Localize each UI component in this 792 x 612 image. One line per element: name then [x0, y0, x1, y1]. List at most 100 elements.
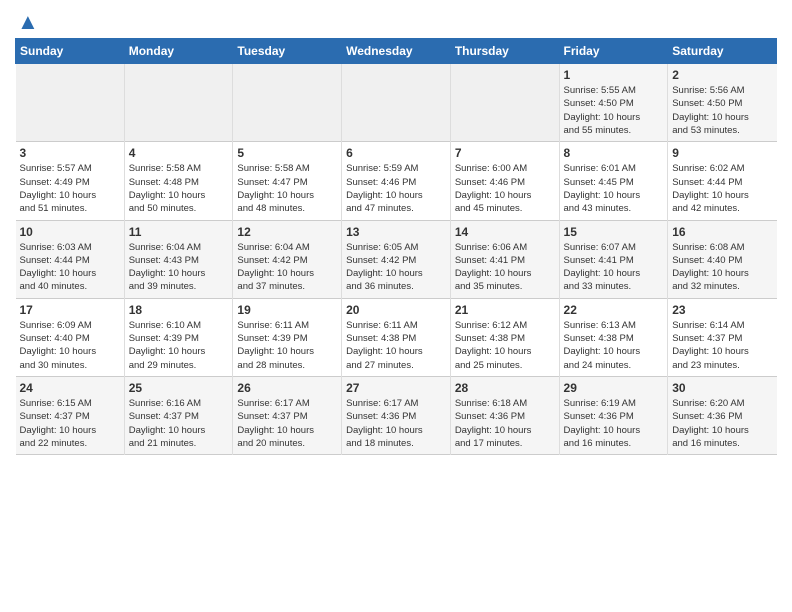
cell-daylight-info: Sunrise: 6:04 AM Sunset: 4:43 PM Dayligh… [129, 241, 229, 294]
calendar-cell: 3 Sunrise: 5:57 AM Sunset: 4:49 PM Daylig… [16, 142, 125, 220]
day-number: 29 [564, 381, 664, 395]
cell-daylight-info: Sunrise: 6:12 AM Sunset: 4:38 PM Dayligh… [455, 319, 555, 372]
calendar-header-row: SundayMondayTuesdayWednesdayThursdayFrid… [16, 39, 777, 64]
calendar-cell: 26 Sunrise: 6:17 AM Sunset: 4:37 PM Dayli… [233, 376, 342, 454]
day-number: 27 [346, 381, 446, 395]
calendar-cell: 13 Sunrise: 6:05 AM Sunset: 4:42 PM Dayli… [342, 220, 451, 298]
cell-daylight-info: Sunrise: 5:58 AM Sunset: 4:47 PM Dayligh… [237, 162, 337, 215]
calendar-cell: 22 Sunrise: 6:13 AM Sunset: 4:38 PM Dayli… [559, 298, 668, 376]
calendar-cell [450, 64, 559, 142]
calendar-week-row: 1 Sunrise: 5:55 AM Sunset: 4:50 PM Daylig… [16, 64, 777, 142]
cell-daylight-info: Sunrise: 5:55 AM Sunset: 4:50 PM Dayligh… [564, 84, 664, 137]
calendar-header-saturday: Saturday [668, 39, 777, 64]
calendar-cell: 8Sunrise: 6:01 AM Sunset: 4:45 PM Daylig… [559, 142, 668, 220]
cell-daylight-info: Sunrise: 6:14 AM Sunset: 4:37 PM Dayligh… [672, 319, 772, 372]
day-number: 17 [20, 303, 120, 317]
calendar-cell: 16 Sunrise: 6:08 AM Sunset: 4:40 PM Dayli… [668, 220, 777, 298]
day-number: 26 [237, 381, 337, 395]
cell-daylight-info: Sunrise: 5:59 AM Sunset: 4:46 PM Dayligh… [346, 162, 446, 215]
calendar-header-sunday: Sunday [16, 39, 125, 64]
day-number: 3 [20, 146, 120, 160]
calendar-cell [233, 64, 342, 142]
calendar-table: SundayMondayTuesdayWednesdayThursdayFrid… [15, 38, 777, 455]
calendar-header-wednesday: Wednesday [342, 39, 451, 64]
calendar-cell [16, 64, 125, 142]
calendar-cell: 7 Sunrise: 6:00 AM Sunset: 4:46 PM Daylig… [450, 142, 559, 220]
calendar-cell [124, 64, 233, 142]
calendar-cell: 28 Sunrise: 6:18 AM Sunset: 4:36 PM Dayli… [450, 376, 559, 454]
calendar-week-row: 17 Sunrise: 6:09 AM Sunset: 4:40 PM Dayli… [16, 298, 777, 376]
page-container: ▲ SundayMondayTuesdayWednesdayThursdayFr… [0, 0, 792, 465]
cell-daylight-info: Sunrise: 6:13 AM Sunset: 4:38 PM Dayligh… [564, 319, 664, 372]
day-number: 22 [564, 303, 664, 317]
cell-daylight-info: Sunrise: 6:06 AM Sunset: 4:41 PM Dayligh… [455, 241, 555, 294]
calendar-cell: 21 Sunrise: 6:12 AM Sunset: 4:38 PM Dayli… [450, 298, 559, 376]
calendar-header-tuesday: Tuesday [233, 39, 342, 64]
day-number: 30 [672, 381, 772, 395]
calendar-cell: 14 Sunrise: 6:06 AM Sunset: 4:41 PM Dayli… [450, 220, 559, 298]
cell-daylight-info: Sunrise: 6:17 AM Sunset: 4:36 PM Dayligh… [346, 397, 446, 450]
calendar-cell: 23 Sunrise: 6:14 AM Sunset: 4:37 PM Dayli… [668, 298, 777, 376]
calendar-cell: 5Sunrise: 5:58 AM Sunset: 4:47 PM Daylig… [233, 142, 342, 220]
calendar-cell: 24 Sunrise: 6:15 AM Sunset: 4:37 PM Dayli… [16, 376, 125, 454]
day-number: 4 [129, 146, 229, 160]
day-number: 15 [564, 225, 664, 239]
calendar-header-monday: Monday [124, 39, 233, 64]
day-number: 6 [346, 146, 446, 160]
cell-daylight-info: Sunrise: 6:07 AM Sunset: 4:41 PM Dayligh… [564, 241, 664, 294]
day-number: 28 [455, 381, 555, 395]
cell-daylight-info: Sunrise: 6:17 AM Sunset: 4:37 PM Dayligh… [237, 397, 337, 450]
calendar-week-row: 10Sunrise: 6:03 AM Sunset: 4:44 PM Dayli… [16, 220, 777, 298]
day-number: 20 [346, 303, 446, 317]
day-number: 24 [20, 381, 120, 395]
logo-bird-icon: ▲ [17, 10, 39, 34]
day-number: 11 [129, 225, 229, 239]
day-number: 9 [672, 146, 772, 160]
day-number: 12 [237, 225, 337, 239]
day-number: 23 [672, 303, 772, 317]
day-number: 21 [455, 303, 555, 317]
calendar-cell: 11 Sunrise: 6:04 AM Sunset: 4:43 PM Dayli… [124, 220, 233, 298]
day-number: 2 [672, 68, 772, 82]
calendar-week-row: 3 Sunrise: 5:57 AM Sunset: 4:49 PM Daylig… [16, 142, 777, 220]
cell-daylight-info: Sunrise: 6:04 AM Sunset: 4:42 PM Dayligh… [237, 241, 337, 294]
cell-daylight-info: Sunrise: 6:08 AM Sunset: 4:40 PM Dayligh… [672, 241, 772, 294]
cell-daylight-info: Sunrise: 5:57 AM Sunset: 4:49 PM Dayligh… [20, 162, 120, 215]
calendar-cell: 17 Sunrise: 6:09 AM Sunset: 4:40 PM Dayli… [16, 298, 125, 376]
cell-daylight-info: Sunrise: 6:09 AM Sunset: 4:40 PM Dayligh… [20, 319, 120, 372]
day-number: 7 [455, 146, 555, 160]
calendar-cell: 25 Sunrise: 6:16 AM Sunset: 4:37 PM Dayli… [124, 376, 233, 454]
calendar-cell: 12 Sunrise: 6:04 AM Sunset: 4:42 PM Dayli… [233, 220, 342, 298]
cell-daylight-info: Sunrise: 6:16 AM Sunset: 4:37 PM Dayligh… [129, 397, 229, 450]
logo: ▲ [15, 10, 39, 34]
calendar-header-thursday: Thursday [450, 39, 559, 64]
calendar-cell: 1 Sunrise: 5:55 AM Sunset: 4:50 PM Daylig… [559, 64, 668, 142]
calendar-week-row: 24 Sunrise: 6:15 AM Sunset: 4:37 PM Dayli… [16, 376, 777, 454]
calendar-cell: 27 Sunrise: 6:17 AM Sunset: 4:36 PM Dayli… [342, 376, 451, 454]
cell-daylight-info: Sunrise: 6:18 AM Sunset: 4:36 PM Dayligh… [455, 397, 555, 450]
cell-daylight-info: Sunrise: 6:15 AM Sunset: 4:37 PM Dayligh… [20, 397, 120, 450]
cell-daylight-info: Sunrise: 6:10 AM Sunset: 4:39 PM Dayligh… [129, 319, 229, 372]
calendar-header-friday: Friday [559, 39, 668, 64]
cell-daylight-info: Sunrise: 6:02 AM Sunset: 4:44 PM Dayligh… [672, 162, 772, 215]
day-number: 19 [237, 303, 337, 317]
calendar-cell: 19Sunrise: 6:11 AM Sunset: 4:39 PM Dayli… [233, 298, 342, 376]
calendar-cell: 2Sunrise: 5:56 AM Sunset: 4:50 PM Daylig… [668, 64, 777, 142]
cell-daylight-info: Sunrise: 6:19 AM Sunset: 4:36 PM Dayligh… [564, 397, 664, 450]
calendar-cell: 29 Sunrise: 6:19 AM Sunset: 4:36 PM Dayli… [559, 376, 668, 454]
day-number: 13 [346, 225, 446, 239]
cell-daylight-info: Sunrise: 6:20 AM Sunset: 4:36 PM Dayligh… [672, 397, 772, 450]
day-number: 1 [564, 68, 664, 82]
calendar-cell: 6 Sunrise: 5:59 AM Sunset: 4:46 PM Daylig… [342, 142, 451, 220]
header: ▲ [15, 10, 777, 34]
calendar-cell: 9 Sunrise: 6:02 AM Sunset: 4:44 PM Daylig… [668, 142, 777, 220]
cell-daylight-info: Sunrise: 6:00 AM Sunset: 4:46 PM Dayligh… [455, 162, 555, 215]
calendar-cell: 30 Sunrise: 6:20 AM Sunset: 4:36 PM Dayli… [668, 376, 777, 454]
day-number: 16 [672, 225, 772, 239]
calendar-cell: 20Sunrise: 6:11 AM Sunset: 4:38 PM Dayli… [342, 298, 451, 376]
day-number: 25 [129, 381, 229, 395]
day-number: 14 [455, 225, 555, 239]
calendar-cell: 4Sunrise: 5:58 AM Sunset: 4:48 PM Daylig… [124, 142, 233, 220]
cell-daylight-info: Sunrise: 6:03 AM Sunset: 4:44 PM Dayligh… [20, 241, 120, 294]
cell-daylight-info: Sunrise: 6:05 AM Sunset: 4:42 PM Dayligh… [346, 241, 446, 294]
